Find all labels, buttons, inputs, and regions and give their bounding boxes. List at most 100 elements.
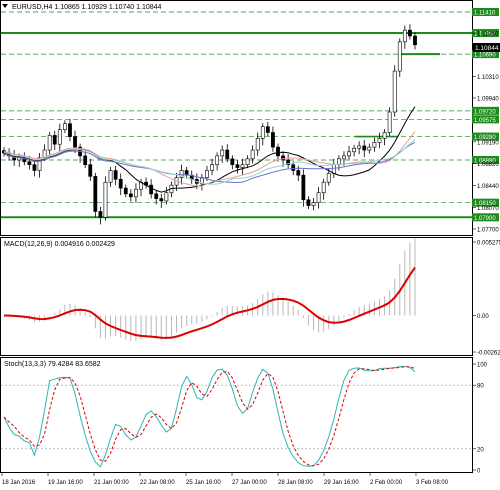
candle-body: [357, 145, 362, 149]
candle-body: [397, 41, 402, 72]
time-tick-label: 3 Feb 08:00: [416, 480, 449, 486]
stoch-panel[interactable]: [0, 357, 473, 473]
candle-body: [52, 135, 57, 145]
price-level-label: 1.09575: [474, 118, 496, 124]
candle-body: [255, 138, 260, 151]
time-tick-label: 19 Jan 16:00: [48, 480, 83, 486]
candle-body: [88, 164, 93, 177]
candle-body: [316, 192, 321, 203]
macd-panel[interactable]: [0, 237, 473, 356]
candle-body: [32, 164, 37, 171]
candle-body: [296, 170, 301, 176]
price-tick-label: 1.07700: [477, 228, 499, 234]
candle-body: [331, 164, 336, 174]
candle-body: [128, 193, 133, 198]
candle-body: [235, 164, 240, 168]
macd-tick-label: -0.002623: [477, 351, 500, 357]
time-tick-label: 21 Jan 00:00: [94, 480, 129, 486]
price-tick-label: 1.09190: [477, 140, 499, 146]
main-panel[interactable]: [0, 0, 473, 236]
main-header: EURUSD,H4 1.10865 1.10929 1.10740 1.1084…: [12, 4, 162, 11]
macd-header: MACD(12,26,9) 0.004916 0.002429: [4, 241, 115, 248]
candle-body: [230, 158, 235, 165]
candle-body: [245, 158, 250, 165]
candle-body: [57, 129, 62, 145]
candle-body: [413, 35, 417, 46]
candle-body: [402, 29, 407, 43]
candle-body: [225, 149, 230, 160]
time-axis: 18 Jan 2016 19 Jan 16:00 21 Jan 00:00 22 Ja…: [1, 472, 449, 486]
stoch-tick-label: 80: [477, 384, 484, 390]
stoch-tick-label: 100: [477, 363, 488, 369]
candle-body: [93, 176, 98, 212]
time-tick-label: 29 Jan 16:00: [324, 480, 359, 486]
stoch-header: Stoch(13,3,3) 79.4284 83.6582: [4, 361, 101, 368]
stoch-tick-label: 0: [477, 469, 481, 475]
price-level-label: 1.09720: [474, 109, 496, 115]
price-level-label: 1.10690: [474, 53, 496, 59]
candle-body: [205, 170, 209, 178]
price-tick-label: 1.08070: [477, 206, 499, 212]
candle-body: [387, 111, 392, 133]
price-tick-label: 1.10310: [477, 75, 499, 81]
candle-body: [372, 142, 377, 148]
candle-body: [301, 174, 306, 201]
candle-body: [377, 138, 382, 143]
candle-body: [215, 155, 220, 165]
price-tick-label: 1.09940: [477, 96, 499, 102]
candle-body: [83, 155, 88, 165]
candle-body: [250, 149, 255, 160]
candle-body: [113, 170, 118, 180]
time-tick-label: 28 Jan 08:00: [278, 480, 313, 486]
time-tick-label: 18 Jan 2016: [2, 480, 36, 486]
candle-body: [103, 181, 108, 218]
candle-body: [47, 135, 52, 151]
candle-body: [134, 188, 138, 198]
candle-body: [27, 161, 32, 165]
price-level-label: 1.07900: [474, 216, 496, 222]
candle-body: [291, 164, 296, 171]
candle-body: [220, 149, 225, 157]
candle-body: [382, 132, 387, 139]
macd-tick-label: 0.005275: [477, 241, 500, 247]
candle-body: [154, 193, 159, 199]
candle-body: [271, 132, 275, 148]
candle-body: [342, 155, 346, 160]
candle-body: [210, 164, 214, 171]
stoch-tick-label: 20: [477, 447, 484, 453]
price-tick-label: 1.08440: [477, 184, 499, 190]
candle-body: [159, 198, 164, 202]
candle-body: [164, 192, 169, 202]
chart-svg: 1.114101.110501.106901.097201.095751.092…: [0, 0, 500, 486]
candle-body: [392, 70, 397, 113]
candle-body: [240, 164, 245, 168]
candle-body: [321, 181, 326, 194]
current-price-label: 1.10844: [475, 45, 499, 52]
candle-body: [306, 199, 311, 206]
candle-body: [68, 123, 72, 137]
time-tick-label: 2 Feb 00:00: [370, 480, 403, 486]
candle-body: [118, 178, 123, 189]
candle-body: [149, 184, 154, 195]
candle-body: [108, 170, 113, 183]
candle-body: [367, 146, 372, 151]
candle-body: [311, 202, 316, 206]
candle-body: [362, 145, 367, 151]
price-tick-label: 1.08820: [477, 162, 499, 168]
time-tick-label: 22 Jan 08:00: [140, 480, 175, 486]
price-tick-label: 1.11050: [477, 32, 499, 38]
trading-terminal: 1.11410 1.11050 1.10690 1.09720 1.09575 1.092…: [0, 0, 500, 488]
candle-body: [326, 173, 331, 183]
candle-body: [260, 126, 265, 139]
candle-body: [352, 147, 357, 153]
price-level-label: 1.11410: [474, 11, 496, 17]
candle-body: [347, 151, 351, 157]
candle-body: [98, 211, 103, 218]
time-tick-label: 27 Jan 00:00: [232, 480, 267, 486]
macd-tick-label: 0.00: [477, 314, 489, 320]
candle-body: [123, 187, 128, 195]
candle-body: [408, 29, 412, 37]
time-tick-label: 25 Jan 16:00: [186, 480, 221, 486]
candle-body: [73, 136, 77, 148]
candle-body: [265, 126, 270, 133]
